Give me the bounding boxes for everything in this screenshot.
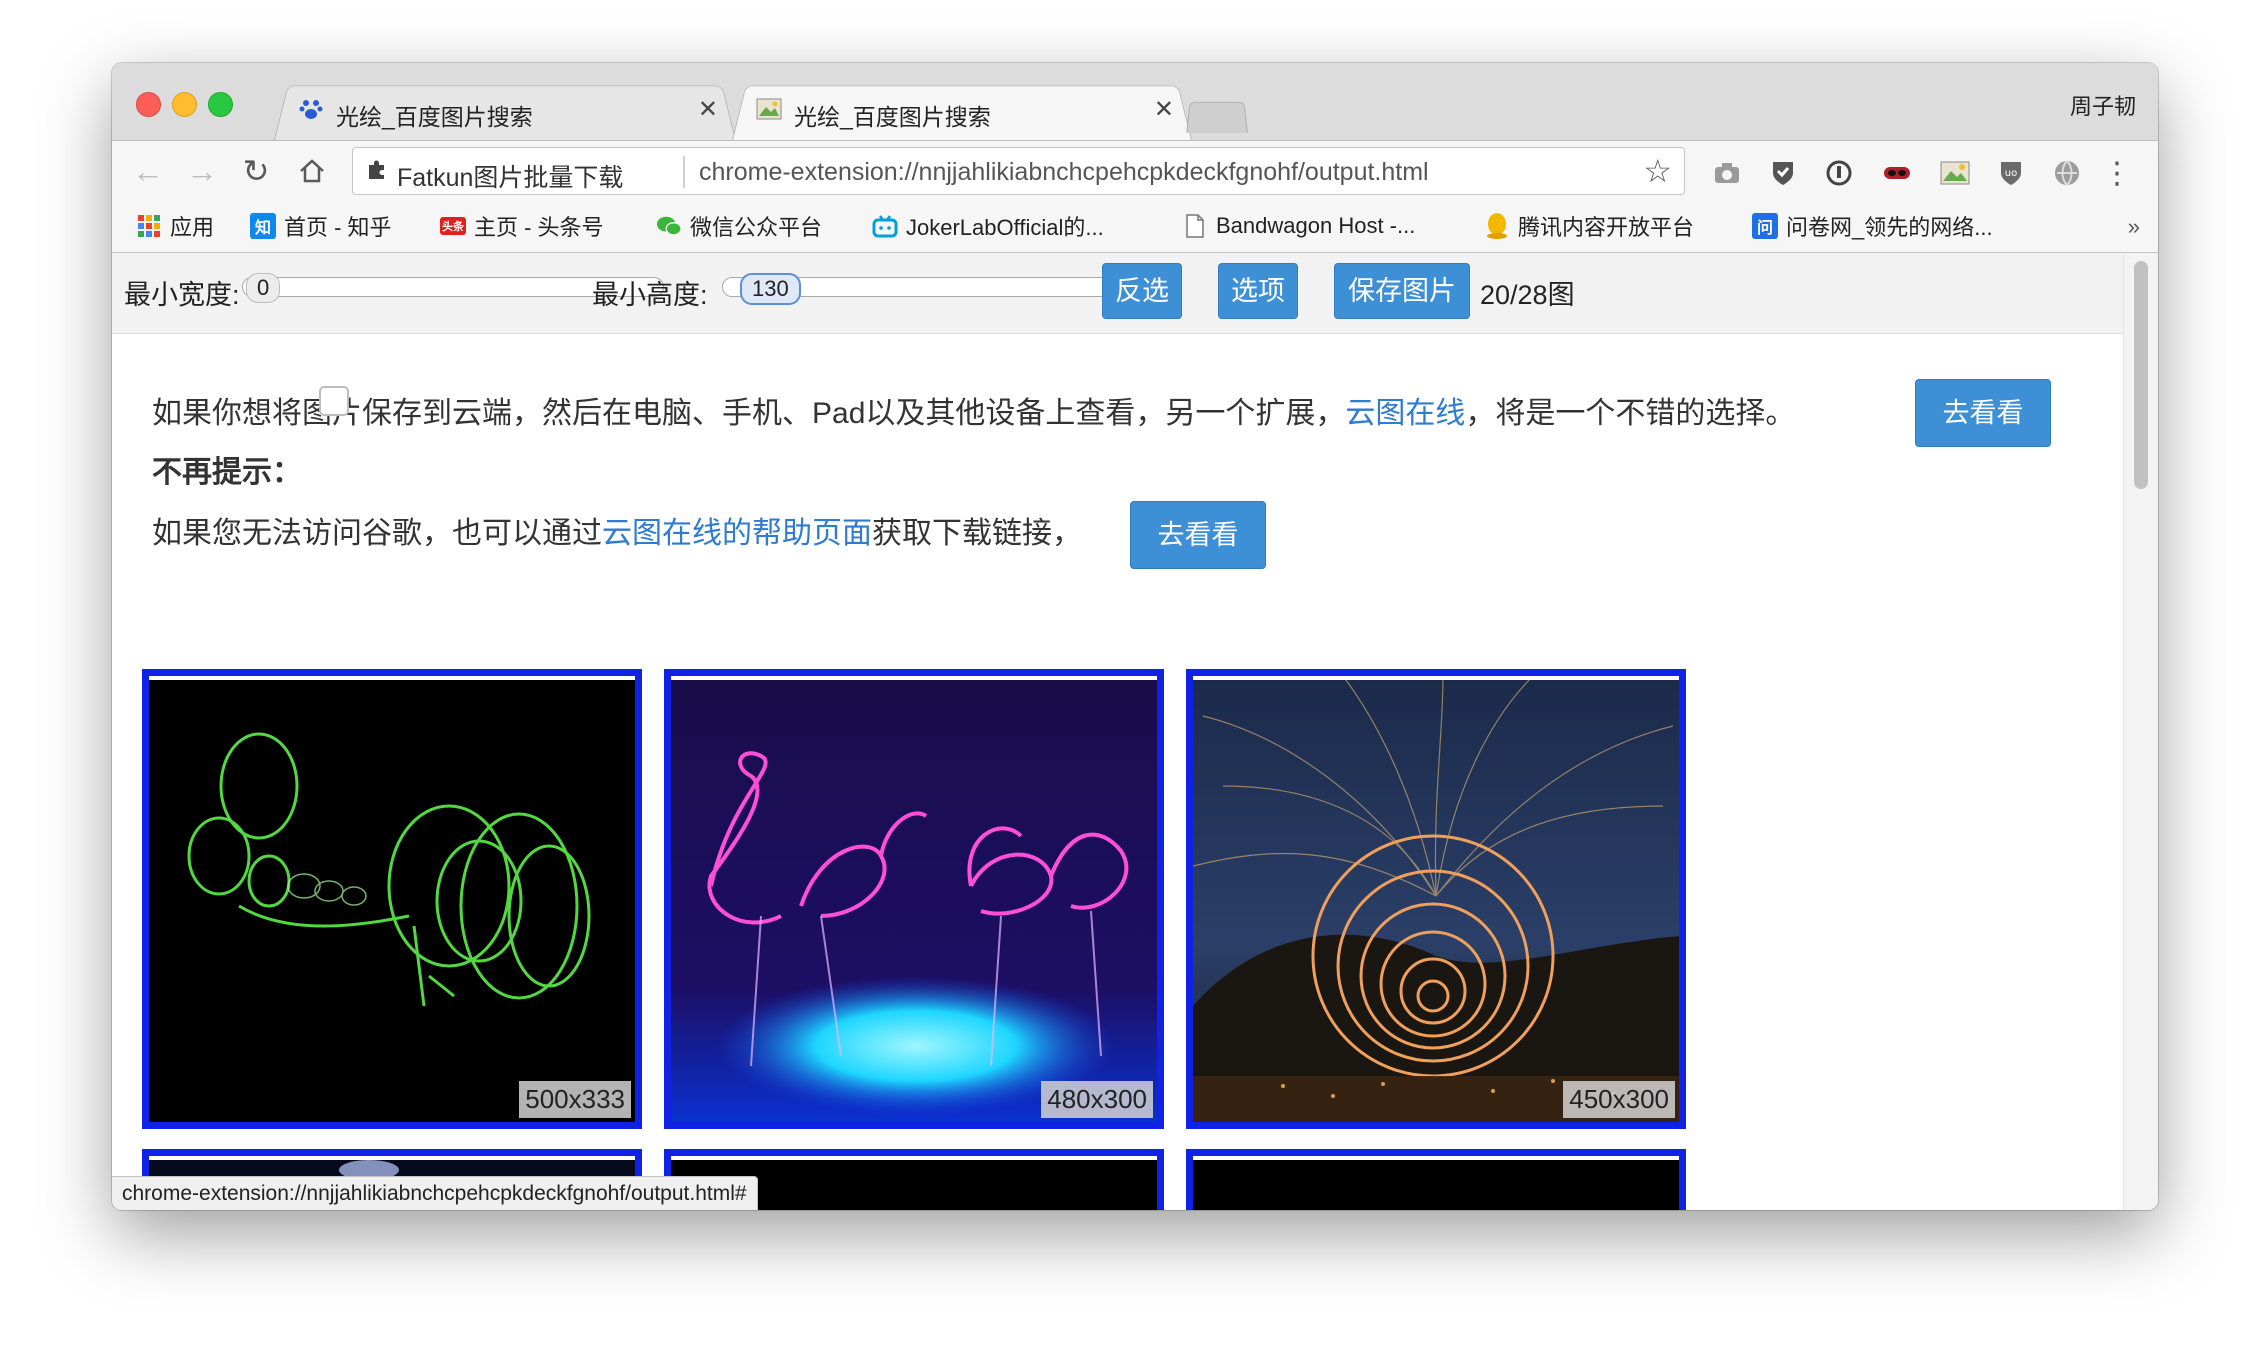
save-images-button[interactable]: 保存图片 <box>1334 263 1470 319</box>
bookmarks-bar: 应用 知 首页 - 知乎 头条 主页 - 头条号 微信公众平台 JokerLab… <box>112 202 2158 253</box>
bookmark-bilibili[interactable]: JokerLabOfficial的... <box>872 210 1104 242</box>
zhihu-icon: 知 <box>250 213 276 239</box>
min-width-label: 最小宽度: <box>124 280 240 310</box>
bookmark-label: 首页 - 知乎 <box>284 215 392 240</box>
tab-baidu-2[interactable]: 光绘_百度图片搜索 ✕ <box>732 79 1192 140</box>
bookmark-label: 应用 <box>170 215 215 240</box>
no-more-label: 不再提示： <box>152 456 302 489</box>
qq-penguin-icon <box>1484 213 1510 239</box>
tab-title: 光绘_百度图片搜索 <box>794 104 991 130</box>
svg-text:uo: uo <box>2005 168 2017 179</box>
puzzle-piece-icon <box>365 158 389 182</box>
tab-strip: 光绘_百度图片搜索 ✕ 光绘_百度图片搜索 ✕ 周子韧 <box>112 63 2158 140</box>
image-dimensions: 450x300 <box>1563 1081 1675 1118</box>
bookmark-toutiao[interactable]: 头条 主页 - 头条号 <box>440 210 604 242</box>
apps-grid-icon <box>136 213 162 239</box>
bookmark-label: 主页 - 头条号 <box>474 215 604 240</box>
bookmark-label: 问卷网_领先的网络... <box>1786 215 1993 240</box>
bookmark-apps[interactable]: 应用 <box>136 210 214 242</box>
go-see-button-2[interactable]: 去看看 <box>1130 501 1266 569</box>
bookmark-label: Bandwagon Host -... <box>1216 213 1416 238</box>
bookmark-label: JokerLabOfficial的... <box>906 215 1104 240</box>
forward-arrow-icon[interactable]: → <box>182 151 222 191</box>
image-dimensions: 500x333 <box>519 1081 631 1118</box>
help-page-link[interactable]: 云图在线的帮助页面 <box>602 517 872 550</box>
bookmark-bandwagon[interactable]: Bandwagon Host -... <box>1182 210 1415 242</box>
tab-title: 光绘_百度图片搜索 <box>336 104 533 130</box>
flamingo-light-painting-image <box>671 676 1157 1122</box>
profile-name[interactable]: 周子韧 <box>2070 89 2136 121</box>
bookmark-label: 微信公众平台 <box>690 215 823 240</box>
tab-baidu-1[interactable]: 光绘_百度图片搜索 ✕ <box>274 79 736 140</box>
bookmark-zhihu[interactable]: 知 首页 - 知乎 <box>250 210 392 242</box>
image-thumbnail[interactable]: 500x333 <box>142 669 642 1129</box>
tip-text: 获取下载链接， <box>872 517 1082 550</box>
status-bar: chrome-extension://nnjjahlikiabnchcpehcp… <box>112 1176 758 1210</box>
globe-extension-icon[interactable] <box>2052 158 2082 188</box>
min-width-value[interactable]: 0 <box>246 273 281 303</box>
image-extension-icon[interactable] <box>1940 158 1970 188</box>
tip-text: 如果您无法访问谷歌，也可以通过 <box>152 517 602 550</box>
url-text[interactable]: chrome-extension://nnjjahlikiabnchcpehcp… <box>699 158 1429 187</box>
new-tab-button[interactable] <box>1186 101 1248 133</box>
browser-window: 光绘_百度图片搜索 ✕ 光绘_百度图片搜索 ✕ 周子韧 ← → ↻ Fatkun… <box>112 63 2158 1210</box>
green-light-painting-image <box>149 676 635 1122</box>
reload-icon[interactable]: ↻ <box>236 151 276 191</box>
wechat-icon <box>656 213 682 239</box>
password-manager-icon[interactable] <box>1824 158 1854 188</box>
no-more-checkbox[interactable] <box>319 386 349 416</box>
maximize-window-button[interactable] <box>208 92 233 117</box>
menu-kebab-icon[interactable]: ⋮ <box>2102 157 2132 190</box>
shield-check-icon[interactable] <box>1768 158 1798 188</box>
help-tip-line: 如果您无法访问谷歌，也可以通过云图在线的帮助页面获取下载链接， <box>152 508 1082 552</box>
incognito-mask-icon[interactable] <box>1882 158 1912 188</box>
tab-close-icon[interactable]: ✕ <box>1154 95 1174 124</box>
wenjuan-icon: 问 <box>1752 213 1778 239</box>
selected-count: 20/28图 <box>1480 280 1575 310</box>
toutiao-icon: 头条 <box>440 217 466 235</box>
extension-name: Fatkun图片批量下载 <box>397 164 624 192</box>
yuntu-link[interactable]: 云图在线 <box>1345 397 1465 430</box>
min-height-value[interactable]: 130 <box>740 273 801 305</box>
steel-wool-spin-image <box>1193 676 1679 1122</box>
go-see-button[interactable]: 去看看 <box>1915 379 2051 447</box>
bookmark-star-icon[interactable]: ☆ <box>1643 152 1672 190</box>
camera-icon[interactable] <box>1712 158 1742 188</box>
page-icon <box>1182 213 1208 239</box>
extension-page: 最小宽度: 0 最小高度: 130 反选 选项 保存图片 20/28图 如果你想… <box>112 253 2124 1210</box>
home-icon[interactable] <box>292 151 332 191</box>
minimize-window-button[interactable] <box>172 92 197 117</box>
cloud-tip-line: 如果你想将图片保存到云端，然后在电脑、手机、Pad以及其他设备上查看，另一个扩展… <box>152 388 1795 432</box>
scrollbar-thumb[interactable] <box>2134 261 2148 489</box>
invert-selection-button[interactable]: 反选 <box>1102 263 1182 319</box>
close-window-button[interactable] <box>136 92 161 117</box>
image-thumbnail[interactable]: 480x300 <box>664 669 1164 1129</box>
options-button[interactable]: 选项 <box>1218 263 1298 319</box>
bookmark-wenjuan[interactable]: 问 问卷网_领先的网络... <box>1752 210 1993 242</box>
tip-text: ，将是一个不错的选择。 <box>1465 397 1796 430</box>
bookmark-tencent[interactable]: 腾讯内容开放平台 <box>1484 210 1694 242</box>
baidu-paw-icon <box>298 96 324 122</box>
ublock-shield-icon[interactable]: uo <box>1996 158 2026 188</box>
image-icon <box>756 96 782 122</box>
bookmarks-overflow-icon[interactable]: » <box>2128 214 2140 240</box>
image-thumbnail[interactable] <box>1186 1149 1686 1210</box>
address-bar[interactable]: Fatkun图片批量下载 chrome-extension://nnjjahli… <box>352 147 1685 195</box>
image-thumbnail[interactable]: 450x300 <box>1186 669 1686 1129</box>
tab-close-icon[interactable]: ✕ <box>698 95 718 124</box>
bilibili-icon <box>872 213 898 239</box>
bookmark-label: 腾讯内容开放平台 <box>1518 215 1695 240</box>
page-scrollbar[interactable] <box>2123 253 2158 1210</box>
filter-controls: 最小宽度: 0 最小高度: 130 反选 选项 保存图片 20/28图 <box>112 253 2124 334</box>
image-dimensions: 480x300 <box>1041 1081 1153 1118</box>
min-height-label: 最小高度: <box>592 280 708 310</box>
bookmark-wechat[interactable]: 微信公众平台 <box>656 210 822 242</box>
back-arrow-icon[interactable]: ← <box>128 151 168 191</box>
browser-toolbar: ← → ↻ Fatkun图片批量下载 chrome-extension://nn… <box>112 140 2158 203</box>
